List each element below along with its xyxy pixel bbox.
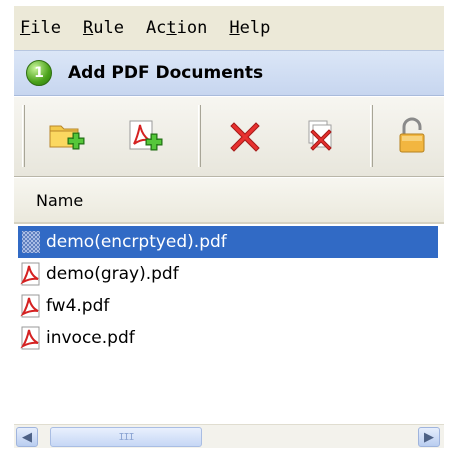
toolbar-separator [22, 105, 25, 167]
step-header: 1 Add PDF Documents [14, 50, 444, 96]
add-folder-button[interactable] [44, 113, 90, 159]
add-pdf-button[interactable] [122, 113, 168, 159]
step-number-icon: 1 [26, 60, 52, 86]
file-row[interactable]: fw4.pdf [18, 290, 115, 322]
file-name: fw4.pdf [46, 296, 110, 316]
step-title: Add PDF Documents [68, 63, 264, 83]
remove-all-button[interactable] [298, 113, 344, 159]
pdf-file-icon [18, 325, 44, 351]
lock-icon [399, 117, 425, 153]
menu-file[interactable]: File [20, 18, 61, 38]
file-row[interactable]: demo(gray).pdf [18, 258, 185, 290]
toolbar-separator [198, 105, 201, 167]
menu-bar: File Rule Action Help [14, 6, 444, 50]
scrollbar-grip: III [118, 431, 134, 443]
horizontal-scrollbar[interactable]: ◀ III ▶ [14, 424, 444, 448]
chevron-left-icon: ◀ [22, 429, 32, 445]
menu-rule[interactable]: Rule [83, 18, 124, 38]
file-name: demo(encrptyed).pdf [46, 232, 227, 252]
remove-icon [230, 122, 260, 152]
remove-all-icon [308, 120, 332, 151]
encrypted-file-icon [18, 229, 44, 255]
add-folder-icon [49, 125, 85, 150]
file-row[interactable]: demo(encrptyed).pdf [18, 226, 438, 258]
name-column-label: Name [36, 190, 84, 210]
app-window: File Rule Action Help 1 Add PDF Document… [0, 0, 455, 452]
add-pdf-icon [129, 120, 163, 151]
file-list: demo(encrptyed).pdf demo(gray).pdf fw4.p… [14, 224, 444, 422]
pdf-file-icon [18, 293, 44, 319]
menu-help[interactable]: Help [229, 18, 270, 38]
menu-action[interactable]: Action [146, 18, 207, 38]
remove-button[interactable] [222, 113, 268, 159]
chevron-right-icon: ▶ [424, 429, 434, 445]
toolbar [14, 97, 444, 177]
file-row[interactable]: invoce.pdf [18, 322, 141, 354]
scroll-right-button[interactable]: ▶ [418, 427, 440, 447]
pdf-file-icon [18, 261, 44, 287]
name-column-header[interactable]: Name [14, 178, 444, 224]
scrollbar-thumb[interactable]: III [50, 427, 202, 447]
scroll-left-button[interactable]: ◀ [16, 427, 38, 447]
encrypt-button[interactable] [392, 113, 432, 159]
file-name: invoce.pdf [46, 328, 135, 348]
toolbar-separator [370, 105, 373, 167]
file-name: demo(gray).pdf [46, 264, 179, 284]
